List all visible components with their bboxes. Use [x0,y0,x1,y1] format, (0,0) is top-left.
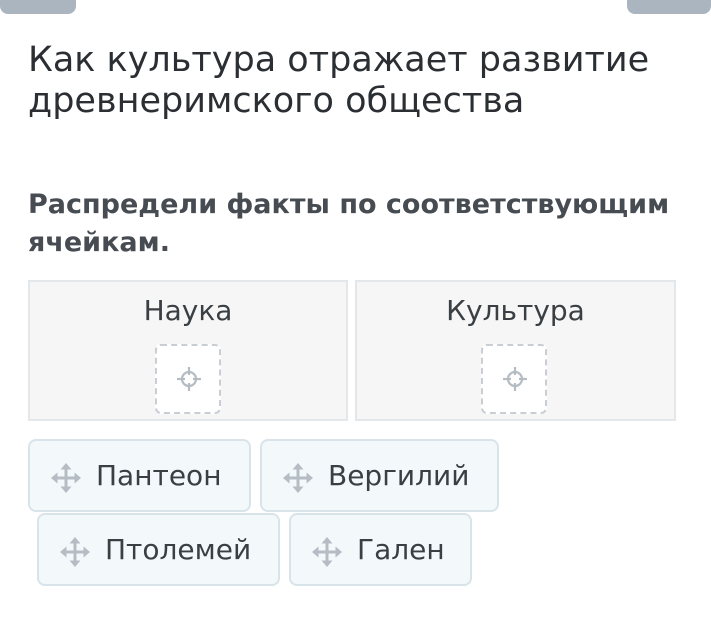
drop-slot[interactable] [155,344,221,414]
move-icon [312,537,342,567]
fact-card-virgil[interactable]: Вергилий [260,439,499,512]
crosshair-icon [503,367,527,391]
drop-slot[interactable] [481,344,547,414]
fact-card-label: Пантеон [96,459,222,492]
fact-card-pantheon[interactable]: Пантеон [28,439,251,512]
drop-zone-label: Наука [143,294,233,327]
drop-zone-culture[interactable]: Культура [355,280,676,421]
task-instruction: Распредели факты по соответствующим ячей… [28,189,670,258]
drop-zone-label: Культура [446,294,585,327]
fact-card-label: Гален [357,533,445,566]
fact-card-label: Вергилий [328,459,470,492]
move-icon [283,463,313,493]
page-title: Как культура отражает развитие древнерим… [28,40,650,121]
move-icon [60,537,90,567]
move-icon [51,463,81,493]
fact-card-ptolemy[interactable]: Птолемей [37,513,280,586]
page: Как культура отражает развитие древнерим… [0,0,711,620]
fact-card-label: Птолемей [105,533,252,566]
top-right-tab[interactable] [627,0,711,14]
top-left-tab[interactable] [0,0,76,14]
crosshair-icon [177,367,201,391]
fact-card-galen[interactable]: Гален [289,513,472,586]
drop-zone-science[interactable]: Наука [28,280,348,421]
